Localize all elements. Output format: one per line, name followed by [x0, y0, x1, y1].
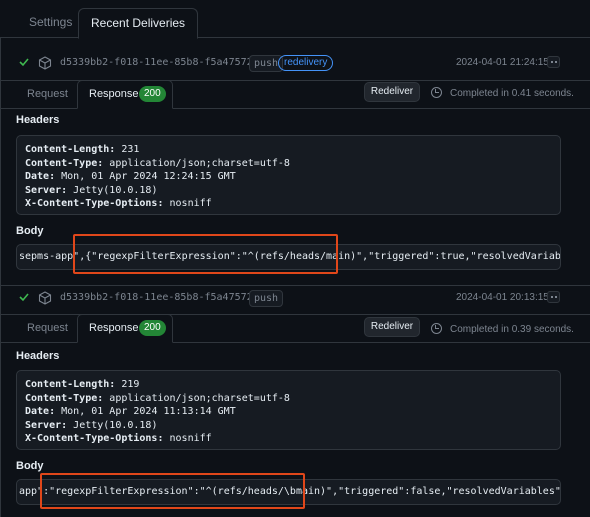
delivery-row[interactable]: d5339bb2-f018-11ee-85b8-f5a47572f353 pus… [0, 285, 590, 313]
check-icon [19, 293, 29, 302]
header-line: Content-Type: application/json;charset=u… [25, 392, 290, 404]
header-line: X-Content-Type-Options: nosniff [25, 433, 212, 444]
delivery-guid[interactable]: d5339bb2-f018-11ee-85b8-f5a47572f353 [60, 57, 277, 68]
status-badge: 200 [139, 86, 166, 102]
check-icon [19, 58, 29, 67]
cube-icon [38, 56, 52, 70]
delivery-date: 2024-04-01 20:13:15 [456, 292, 549, 303]
headers-box: Content-Length: 219 Content-Type: applic… [16, 370, 561, 450]
headers-title: Headers [16, 114, 60, 126]
clock-icon [431, 87, 442, 98]
body-title: Body [16, 460, 44, 472]
tab-response-label: Response [89, 322, 139, 334]
tab-request[interactable]: Request [17, 81, 78, 109]
cube-icon [38, 291, 52, 305]
tab-response[interactable]: Response 200 [77, 314, 173, 343]
highlight-box [40, 473, 305, 509]
tab-request[interactable]: Request [17, 315, 78, 343]
tab-recent-deliveries[interactable]: Recent Deliveries [78, 8, 199, 39]
body-title: Body [16, 225, 44, 237]
delivery-date: 2024-04-01 21:24:15 [456, 57, 549, 68]
header-line: Server: Jetty(10.0.18) [25, 419, 158, 431]
completed-time: Completed in 0.39 seconds. [450, 324, 574, 335]
clock-icon [431, 323, 442, 334]
kebab-icon[interactable] [547, 56, 560, 68]
headers-title: Headers [16, 350, 60, 362]
header-line: Content-Type: application/json;charset=u… [25, 157, 290, 169]
header-line: Date: Mon, 01 Apr 2024 12:24:15 GMT [25, 171, 236, 182]
header-line: Content-Length: 219 [25, 379, 140, 390]
completed-time: Completed in 0.41 seconds. [450, 88, 574, 99]
redelivery-badge: redelivery [278, 55, 334, 71]
delivery-guid[interactable]: d5339bb2-f018-11ee-85b8-f5a47572f353 [60, 292, 277, 303]
delivery-row[interactable]: d5339bb2-f018-11ee-85b8-f5a47572f353 pus… [0, 51, 590, 79]
status-badge: 200 [139, 320, 166, 336]
header-line: Date: Mon, 01 Apr 2024 11:13:14 GMT [25, 406, 236, 417]
highlight-box [73, 234, 338, 274]
header-line: X-Content-Type-Options: nosniff [25, 198, 212, 209]
tab-response-label: Response [89, 88, 139, 100]
tab-response[interactable]: Response 200 [77, 80, 173, 109]
header-line: Server: Jetty(10.0.18) [25, 184, 158, 196]
top-tabs: Settings Recent Deliveries [0, 0, 590, 39]
kebab-icon[interactable] [547, 291, 560, 303]
redeliver-button[interactable]: Redeliver [364, 317, 420, 337]
tab-settings[interactable]: Settings [17, 8, 84, 38]
event-badge: push [249, 290, 284, 307]
header-line: Content-Length: 231 [25, 144, 140, 155]
headers-box: Content-Length: 231 Content-Type: applic… [16, 135, 561, 215]
redeliver-button[interactable]: Redeliver [364, 82, 420, 102]
